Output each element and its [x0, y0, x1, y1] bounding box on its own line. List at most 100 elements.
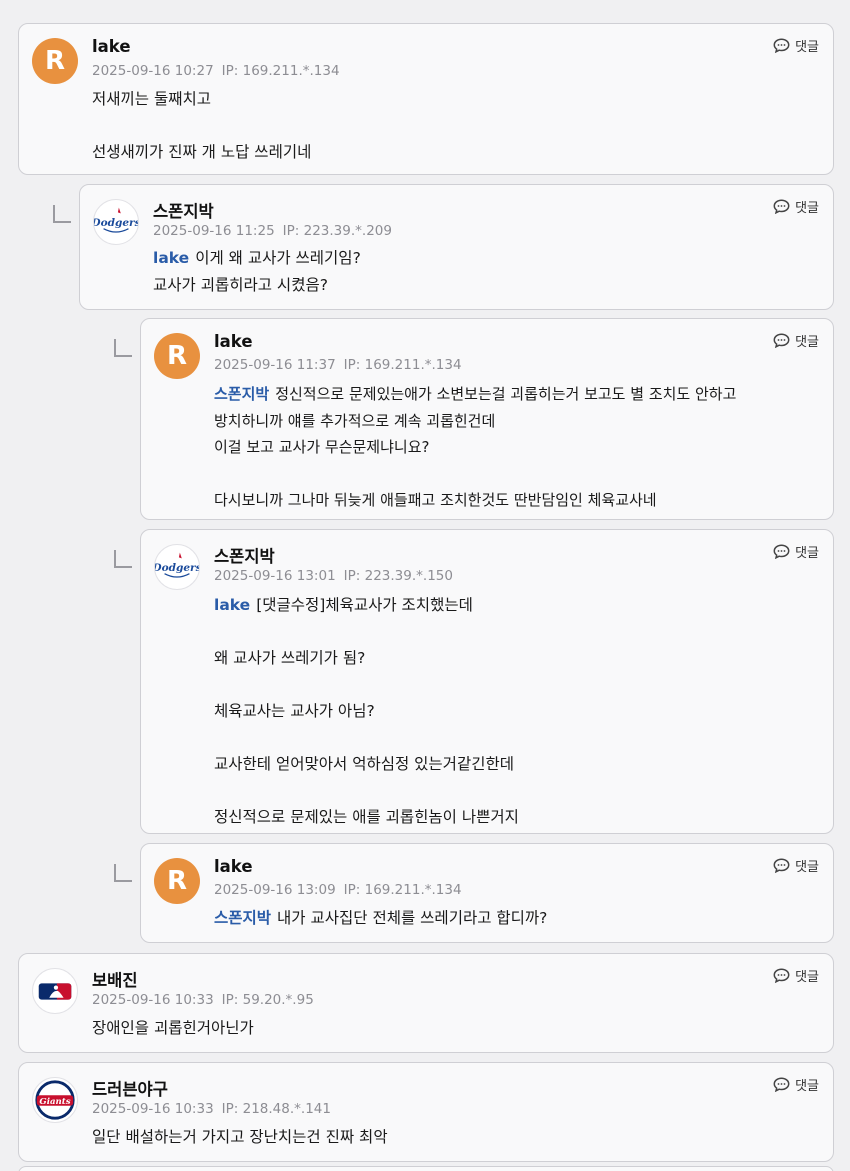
comment-line: [214, 461, 736, 488]
comment-body: lake [댓글수정]체육교사가 조치했는데 왜 교사가 쓰레기가 됨? 체육교사…: [214, 592, 519, 831]
comment-body: lake 이게 왜 교사가 쓰레기임? 교사가 괴롭히라고 시켰음?: [153, 245, 361, 298]
comment-ip: IP: 59.20.*.95: [221, 992, 314, 1008]
reply-label: 댓글: [795, 860, 819, 875]
comment-body: 스폰지박 정신적으로 문제있는애가 소변보는걸 괴롭히는거 보고도 별 조치도 안…: [214, 381, 736, 514]
comment-line: [214, 619, 519, 646]
comment-ip: IP: 223.39.*.209: [282, 223, 392, 239]
comment-bubble-icon: [773, 333, 790, 348]
avatar[interactable]: R: [154, 333, 200, 379]
mention-link[interactable]: 스폰지박: [214, 385, 269, 403]
mention-link[interactable]: 스폰지박: [214, 909, 271, 927]
comment-card: Giants 드러븐야구 2025-09-16 10:33 IP: 218.48.…: [18, 1062, 834, 1162]
comment-line: 선생새끼가 진짜 개 노답 쓰레기네: [92, 143, 312, 161]
reply-label: 댓글: [795, 970, 819, 985]
comment-line: [214, 672, 519, 699]
reply-indent-icon: [114, 339, 132, 357]
comment-line: 다시보니까 그나마 뒤늦게 애들패고 조치한것도 딴반담임인 체육교사네: [214, 491, 657, 509]
comment-meta: 2025-09-16 13:09 IP: 169.211.*.134: [214, 882, 462, 898]
comment-author[interactable]: lake: [92, 37, 131, 56]
comment-line: [214, 725, 519, 752]
comment-date: 2025-09-16 11:25: [153, 223, 275, 239]
avatar[interactable]: R: [154, 858, 200, 904]
comment-line: 스폰지박 내가 교사집단 전체를 쓰레기라고 합디까?: [214, 905, 547, 932]
avatar-letter: R: [166, 866, 188, 896]
comment-meta: 2025-09-16 11:25 IP: 223.39.*.209: [153, 223, 392, 239]
comment-text: 이게 왜 교사가 쓰레기임?: [195, 249, 361, 267]
avatar-letter: R: [44, 46, 66, 76]
avatar[interactable]: [32, 968, 78, 1014]
comment-ip: IP: 169.211.*.134: [221, 63, 340, 79]
reply-button[interactable]: 댓글: [773, 1075, 819, 1094]
comment-card: R lake 2025-09-16 11:37 IP: 169.211.*.134…: [140, 318, 834, 520]
comment-bubble-icon: [773, 968, 790, 983]
svg-text:Dodgers: Dodgers: [94, 217, 138, 229]
comment-line: 이걸 보고 교사가 무슨문제냐니요?: [214, 438, 430, 456]
comment-line: 저새끼는 둘째치고: [92, 90, 212, 108]
comment-author[interactable]: 보배진: [92, 967, 138, 991]
comment-date: 2025-09-16 13:09: [214, 882, 336, 898]
comment-bubble-icon: [773, 199, 790, 214]
comment-author[interactable]: lake: [214, 332, 253, 351]
reply-label: 댓글: [795, 335, 819, 350]
comment-bubble-icon: [773, 544, 790, 559]
comment-body: 일단 배설하는거 가지고 장난치는건 진짜 최악: [92, 1124, 388, 1151]
comment-line: [92, 113, 311, 140]
reply-button[interactable]: 댓글: [773, 36, 819, 55]
comment-line: lake [댓글수정]체육교사가 조치했는데: [214, 592, 519, 619]
comment-date: 2025-09-16 10:27: [92, 63, 214, 79]
comment-ip: IP: 169.211.*.134: [343, 882, 462, 898]
comment-line: lake 이게 왜 교사가 쓰레기임?: [153, 245, 361, 272]
comment-meta: 2025-09-16 10:33 IP: 59.20.*.95: [92, 992, 314, 1008]
reply-button[interactable]: 댓글: [773, 331, 819, 350]
comment-text: 정신적으로 문제있는애가 소변보는걸 괴롭히는거 보고도 별 조치도 안하고: [275, 385, 737, 403]
comment-body: 저새끼는 둘째치고 선생새끼가 진짜 개 노답 쓰레기네: [92, 86, 311, 166]
reply-indent-icon: [53, 205, 71, 223]
comment-text: 내가 교사집단 전체를 쓰레기라고 합디까?: [277, 909, 548, 927]
comment-date: 2025-09-16 10:33: [92, 992, 214, 1008]
comment-meta: 2025-09-16 11:37 IP: 169.211.*.134: [214, 357, 462, 373]
comment-meta: 2025-09-16 10:27 IP: 169.211.*.134: [92, 63, 340, 79]
comment-line: 교사가 괴롭히라고 시켰음?: [153, 275, 328, 294]
mention-link[interactable]: lake: [214, 596, 250, 614]
reply-button[interactable]: 댓글: [773, 197, 819, 216]
comment-body: 장애인을 괴롭힌거아닌가: [92, 1015, 254, 1042]
comment-line: [214, 778, 519, 805]
comment-text: [댓글수정]체육교사가 조치했는데: [256, 596, 473, 614]
comment-date: 2025-09-16 13:01: [214, 568, 336, 584]
avatar[interactable]: Dodgers: [154, 544, 200, 590]
comment-author[interactable]: lake: [214, 857, 253, 876]
reply-button[interactable]: 댓글: [773, 542, 819, 561]
comment-author[interactable]: 스폰지박: [214, 543, 275, 567]
comment-body: 스폰지박 내가 교사집단 전체를 쓰레기라고 합디까?: [214, 905, 547, 932]
svg-text:Dodgers: Dodgers: [155, 562, 199, 574]
comment-card: 보배진 2025-09-16 10:33 IP: 59.20.*.95 댓글 장애…: [18, 953, 834, 1053]
comment-line: 장애인을 괴롭힌거아닌가: [92, 1019, 254, 1037]
reply-label: 댓글: [795, 40, 819, 55]
comment-card: Dodgers 스폰지박 2025-09-16 11:25 IP: 223.39.…: [79, 184, 834, 310]
avatar[interactable]: Giants: [32, 1077, 78, 1123]
avatar-letter: R: [166, 341, 188, 371]
mlb-logo-icon: [38, 983, 72, 1000]
reply-label: 댓글: [795, 201, 819, 216]
comment-meta: 2025-09-16 10:33 IP: 218.48.*.141: [92, 1101, 331, 1117]
avatar[interactable]: R: [32, 38, 78, 84]
comment-author[interactable]: 드러븐야구: [92, 1076, 168, 1100]
comment-date: 2025-09-16 11:37: [214, 357, 336, 373]
comment-card: Dodgers 스폰지박 2025-09-16 13:01 IP: 223.39.…: [140, 529, 834, 834]
reply-button[interactable]: 댓글: [773, 856, 819, 875]
comment-line: 일단 배설하는거 가지고 장난치는건 진짜 최악: [92, 1128, 388, 1146]
comment-line: 정신적으로 문제있는 애를 괴롭힌놈이 나쁜거지: [214, 808, 519, 826]
dodgers-logo-icon: Dodgers: [94, 207, 138, 233]
reply-label: 댓글: [795, 1079, 819, 1094]
next-comment-card-edge: [18, 1166, 834, 1171]
comment-line: 체육교사는 교사가 아님?: [214, 702, 375, 720]
comment-bubble-icon: [773, 38, 790, 53]
mention-link[interactable]: lake: [153, 249, 189, 267]
comment-line: 교사한테 얻어맞아서 억하심정 있는거같긴한데: [214, 755, 514, 773]
comment-card: R lake 2025-09-16 10:27 IP: 169.211.*.134…: [18, 23, 834, 175]
avatar[interactable]: Dodgers: [93, 199, 139, 245]
reply-label: 댓글: [795, 546, 819, 561]
svg-text:Giants: Giants: [39, 1097, 70, 1107]
comment-author[interactable]: 스폰지박: [153, 198, 214, 222]
reply-button[interactable]: 댓글: [773, 966, 819, 985]
